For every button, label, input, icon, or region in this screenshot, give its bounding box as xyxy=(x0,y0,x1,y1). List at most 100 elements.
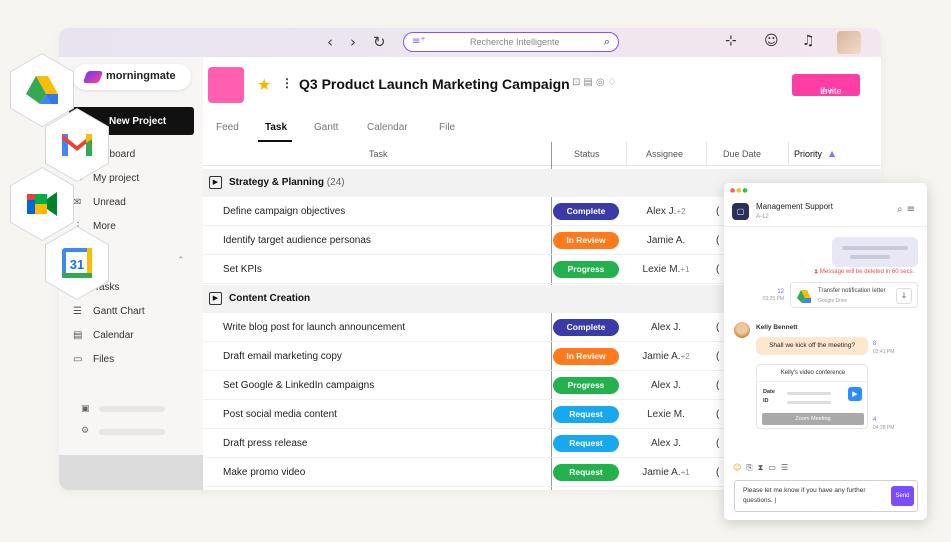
column-header-task[interactable]: Task xyxy=(203,142,551,166)
due-date[interactable]: ( xyxy=(716,467,719,478)
message-draft: Please let me know if you have any furth… xyxy=(743,487,866,504)
window-controls[interactable]: ●●● xyxy=(730,187,749,194)
status-badge[interactable]: Progress xyxy=(553,261,619,278)
tab-calendar[interactable]: Calendar xyxy=(367,122,408,133)
column-divider xyxy=(706,142,707,166)
emoji-icon[interactable]: ☺ xyxy=(733,463,746,472)
assignee-name: Jamie A. xyxy=(646,235,686,246)
sidebar-item-files[interactable]: ▭ Files xyxy=(73,354,114,368)
search-input[interactable]: ≡⁺ Recherche Intelligente ⌕ xyxy=(403,32,619,52)
settings-icon[interactable]: ⚙ xyxy=(81,426,89,436)
search-icon[interactable]: ⌕ xyxy=(604,35,610,49)
tab-feed[interactable]: Feed xyxy=(216,122,239,133)
value-placeholder xyxy=(787,401,831,404)
sidebar-item-gantt[interactable]: ☰ Gantt Chart xyxy=(73,306,145,320)
collapse-icon[interactable]: ⌃ xyxy=(177,256,185,266)
project-color-icon[interactable] xyxy=(208,67,244,103)
sidebar-item-unread[interactable]: ✉ Unread xyxy=(73,197,126,211)
status-badge[interactable]: In Review xyxy=(553,232,619,249)
sidebar-item-calendar[interactable]: ▤ Calendar xyxy=(73,330,134,344)
column-divider xyxy=(626,142,627,166)
list-icon[interactable]: ☰ xyxy=(781,463,793,472)
expand-icon[interactable]: ▶ xyxy=(209,292,222,305)
status-badge[interactable]: In Review xyxy=(553,348,619,365)
assignee-name: Lexie M. xyxy=(647,409,685,420)
id-label: ID xyxy=(763,398,769,404)
message-bubble: Shall we kick off the meeting? xyxy=(756,337,868,355)
message-time: 03:41 PM xyxy=(873,349,895,355)
files-icon: ▭ xyxy=(73,354,83,365)
refresh-icon[interactable]: ↻ xyxy=(373,33,386,51)
tab-file[interactable]: File xyxy=(439,122,455,133)
menu-icon[interactable]: ≡ xyxy=(907,204,919,215)
zoom-meeting-button[interactable]: Zoom Meeting xyxy=(762,413,864,425)
assignee-name: Alex J. xyxy=(650,438,681,449)
send-button[interactable]: Send xyxy=(891,486,914,506)
value-placeholder xyxy=(787,392,831,395)
google-drive-icon xyxy=(797,290,811,303)
assignee-name: Lexie M. xyxy=(642,264,681,275)
project-status-icons[interactable]: ⊡▤◎♢ xyxy=(572,77,620,88)
org-chart-icon[interactable]: ⊹ xyxy=(725,33,737,49)
column-header-priority[interactable]: Priority ▲ xyxy=(788,142,881,166)
forward-icon[interactable]: › xyxy=(350,33,356,51)
avatar[interactable] xyxy=(734,322,750,338)
expand-icon[interactable]: ▶ xyxy=(209,176,222,189)
video-icon[interactable]: ▭ xyxy=(768,463,781,472)
text-placeholder xyxy=(842,246,908,250)
back-icon[interactable]: ‹ xyxy=(327,33,333,51)
user-avatar[interactable] xyxy=(837,31,861,54)
gmail-icon xyxy=(62,134,92,156)
group-count: (24) xyxy=(326,177,345,188)
zoom-icon: ▶ xyxy=(848,387,862,401)
tab-gantt[interactable]: Gantt xyxy=(314,122,338,133)
star-icon[interactable]: ★ xyxy=(257,75,271,94)
due-date[interactable]: ( xyxy=(716,380,719,391)
brand-logo[interactable]: morningmate xyxy=(73,64,191,90)
task-name: Draft email marketing copy xyxy=(223,351,342,362)
ai-search-icon: ≡⁺ xyxy=(412,36,426,47)
status-badge[interactable]: Complete xyxy=(553,203,619,220)
bell-icon[interactable]: ♫ xyxy=(802,33,815,49)
download-icon[interactable]: ↓ xyxy=(896,288,912,304)
tab-task[interactable]: Task xyxy=(265,122,287,133)
search-icon[interactable]: ⌕ xyxy=(897,204,907,215)
due-date[interactable]: ( xyxy=(716,206,719,217)
message-bubble-self xyxy=(832,237,918,267)
due-date[interactable]: ( xyxy=(716,235,719,246)
status-badge[interactable]: Request xyxy=(553,435,619,452)
assignee-extra: +2 xyxy=(676,207,686,216)
invite-button[interactable]: ♙+ Invite xyxy=(792,74,860,96)
column-header-due-date[interactable]: Due Date xyxy=(706,142,788,166)
chat-panel: ●●● ▢ Management Support A-12 ⌕≡ ⧗ Messa… xyxy=(724,183,927,520)
sidebar-item-label: Files xyxy=(93,354,115,365)
column-label: Task xyxy=(369,149,388,159)
status-badge[interactable]: Progress xyxy=(553,377,619,394)
column-header-status[interactable]: Status xyxy=(551,142,626,166)
assignee-name: Alex J. xyxy=(650,380,681,391)
attach-icon[interactable]: ⎘ xyxy=(746,463,757,472)
message-time: 03:25 PM xyxy=(762,296,784,302)
file-attachment[interactable]: Transfer notification letter Google Driv… xyxy=(790,282,918,308)
brand-name: morningmate xyxy=(106,70,176,82)
column-header-assignee[interactable]: Assignee xyxy=(626,142,706,166)
message-input[interactable]: Please let me know if you have any furth… xyxy=(734,480,918,512)
top-bar: ‹ › ↻ ≡⁺ Recherche Intelligente ⌕ ⊹ ☺ ♫ xyxy=(59,28,881,57)
timer-icon[interactable]: ⧗ xyxy=(758,463,769,472)
due-date[interactable]: ( xyxy=(716,351,719,362)
logo-mark xyxy=(82,71,104,83)
due-date[interactable]: ( xyxy=(716,409,719,420)
status-badge[interactable]: Complete xyxy=(553,319,619,336)
chat-icon[interactable]: ☺ xyxy=(764,33,779,49)
placeholder-line xyxy=(99,429,165,435)
status-badge[interactable]: Request xyxy=(553,464,619,481)
search-placeholder: Recherche Intelligente xyxy=(470,37,560,47)
image-icon[interactable]: ▣ xyxy=(81,404,90,414)
due-date[interactable]: ( xyxy=(716,322,719,333)
more-options-icon[interactable]: ⋮ xyxy=(281,76,293,90)
due-date[interactable]: ( xyxy=(716,438,719,449)
status-badge[interactable]: Request xyxy=(553,406,619,423)
sort-ascending-icon[interactable]: ▲ xyxy=(829,149,835,158)
due-date[interactable]: ( xyxy=(716,264,719,275)
assignee-extra: +2 xyxy=(680,352,690,361)
